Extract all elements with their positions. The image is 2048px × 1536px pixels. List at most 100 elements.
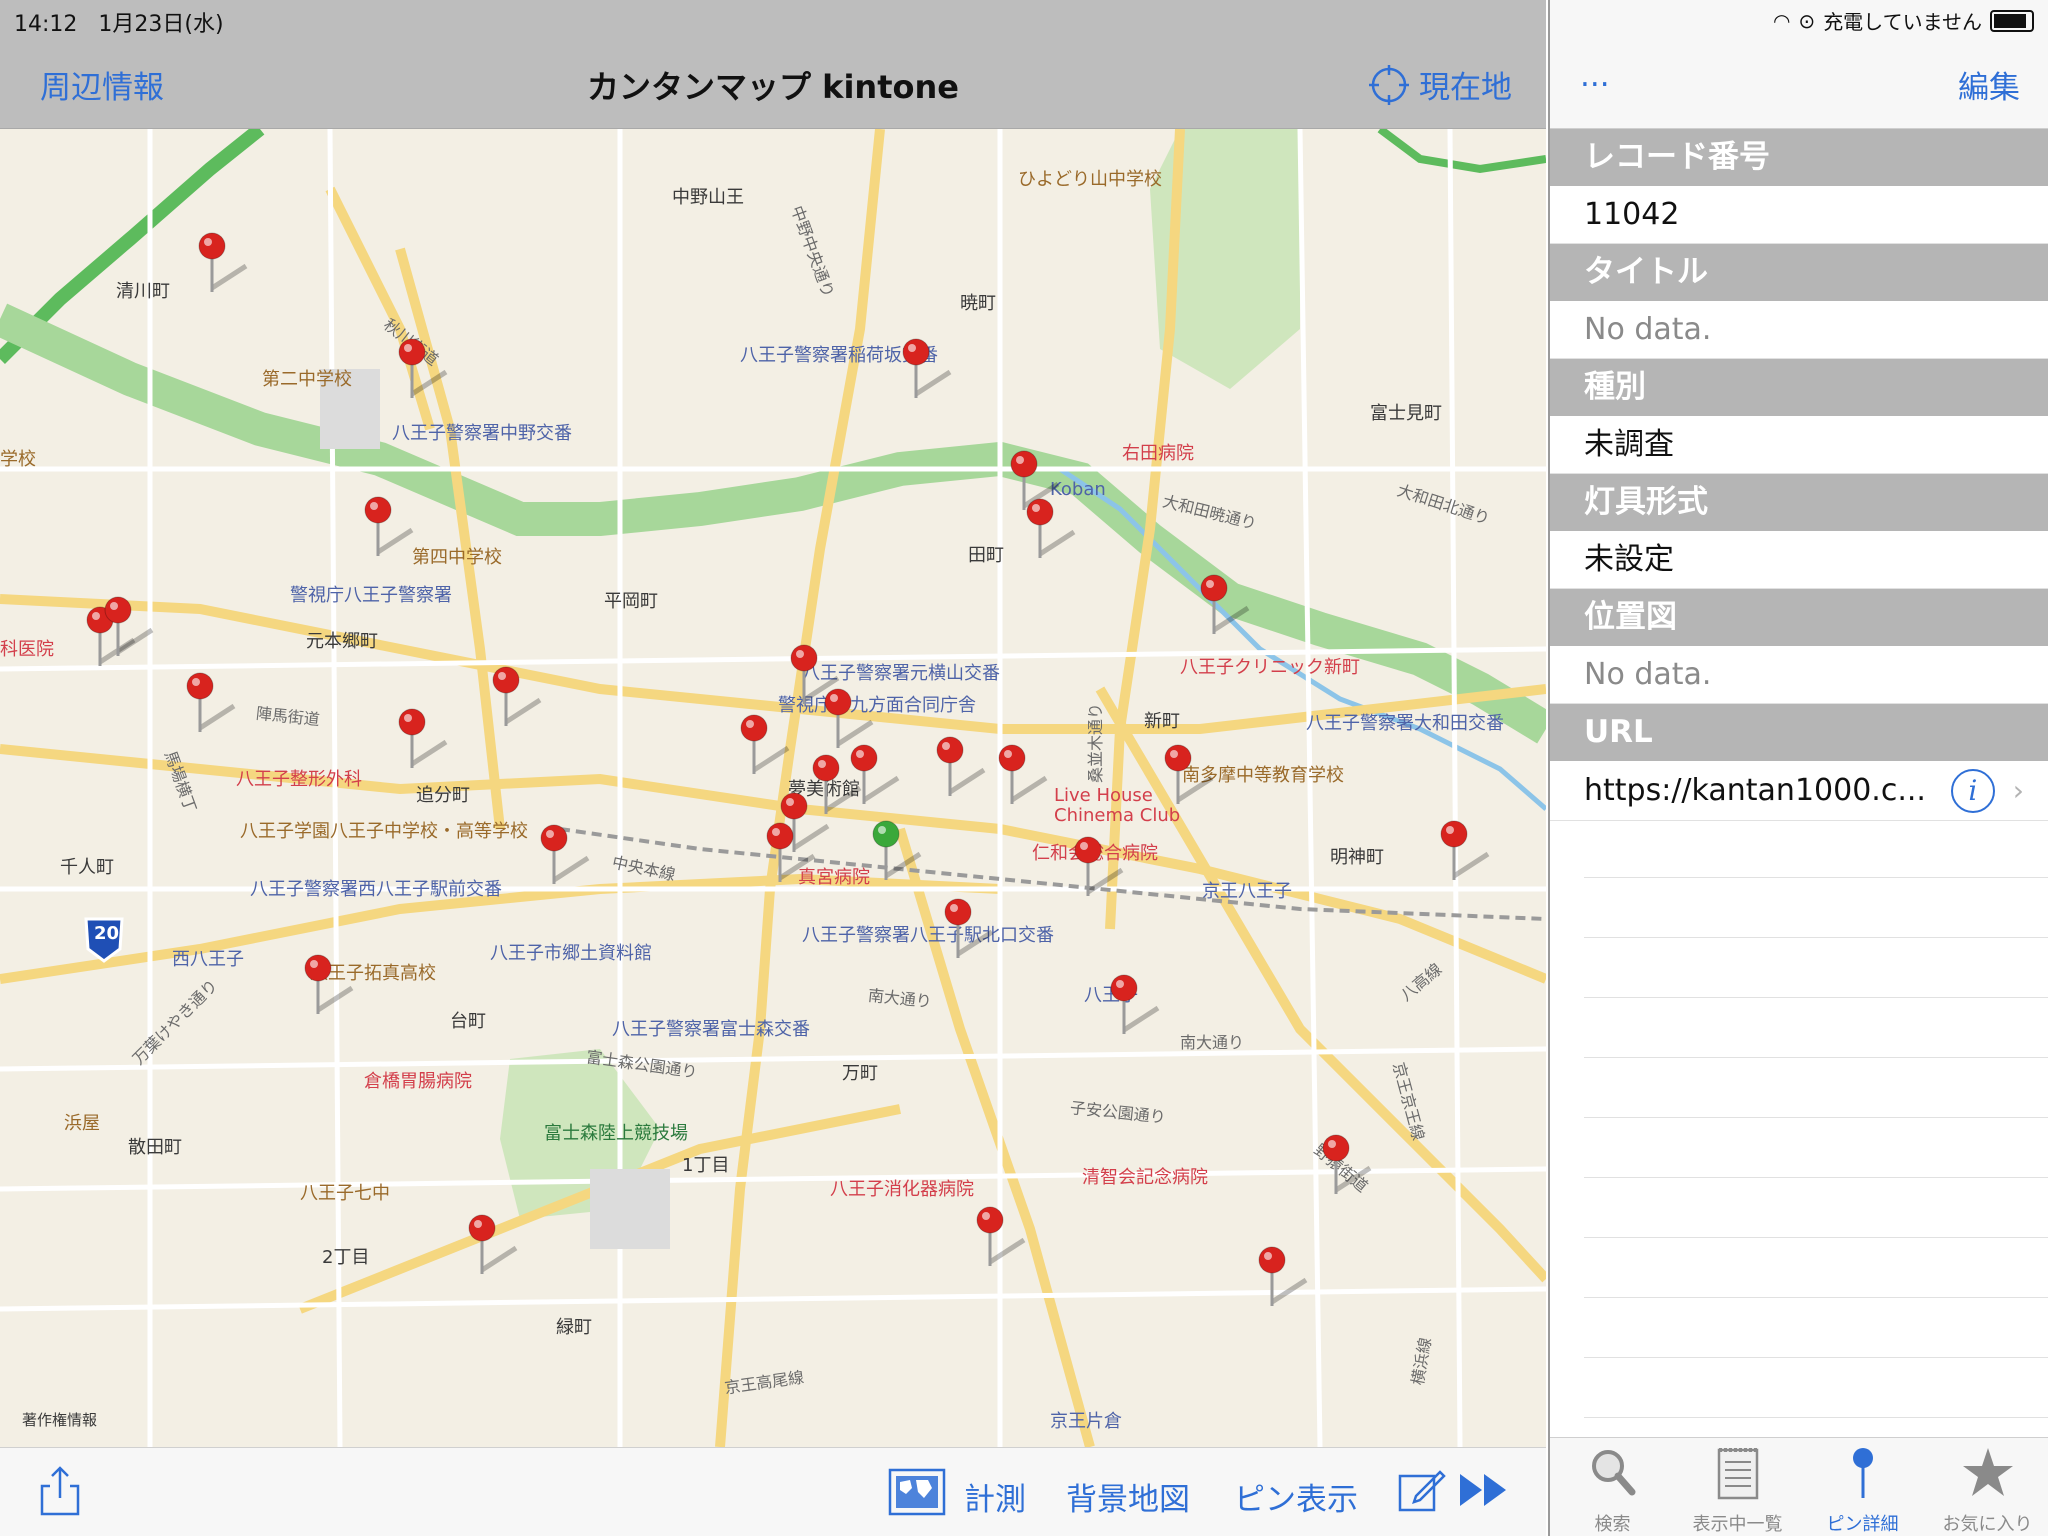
more-button[interactable]: ... <box>1580 58 1610 94</box>
field-header-title: タイトル <box>1550 244 2048 301</box>
map-pin[interactable] <box>1024 498 1084 562</box>
edit-button[interactable]: 編集 <box>1958 62 2020 107</box>
map-pin[interactable] <box>738 714 798 778</box>
map-label: Chinema Club <box>1054 805 1181 826</box>
map-pin[interactable] <box>396 338 456 402</box>
map-label: 八王子警察署中野交番 <box>392 423 572 444</box>
tab-pin-detail-label: ピン詳細 <box>1826 1514 1899 1535</box>
url-row[interactable]: https://kantan1000.c... i › <box>1550 761 2048 821</box>
url-value[interactable]: https://kantan1000.c... <box>1584 762 1951 819</box>
pin-display-button[interactable]: ピン表示 <box>1234 1474 1358 1519</box>
share-icon[interactable] <box>40 1466 80 1516</box>
map-pin[interactable] <box>102 596 162 660</box>
map-label: 富士見町 <box>1370 403 1442 424</box>
chevron-right-icon[interactable]: › <box>2013 762 2024 819</box>
crosshair-icon <box>1369 64 1409 105</box>
map-pin[interactable] <box>466 1214 526 1278</box>
tab-favorites-label: お気に入り <box>1942 1514 2033 1535</box>
pin-detail-panel: ◠ ⊙ 充電していません ... 編集 レコード番号 11042 タイトル No… <box>1548 0 2048 1536</box>
map-label: 著作権情報 <box>22 1411 98 1429</box>
map-label: 緑町 <box>556 1317 592 1338</box>
map-label: 散田町 <box>128 1137 182 1158</box>
map-label: 1丁目 <box>682 1155 730 1176</box>
info-icon[interactable]: i <box>1950 768 1995 813</box>
map-label: 八王子消化器病院 <box>830 1179 974 1200</box>
current-location-button[interactable]: 現在地 <box>1369 62 1512 107</box>
current-location-label: 現在地 <box>1419 70 1512 106</box>
orientation-lock-icon: ⊙ <box>1798 8 1816 33</box>
map-pin[interactable] <box>974 1206 1034 1270</box>
map-pin[interactable] <box>1198 574 1258 638</box>
map-label: 元本郷町 <box>306 631 378 652</box>
map-pin[interactable] <box>362 496 422 560</box>
map-view[interactable]: 20 中野山王 ひよどり山中学校 清川町 暁町 秋川街道 第二中学校 八王子警察… <box>0 129 1546 1447</box>
map-label: 京王八王子 <box>1202 881 1292 902</box>
map-pin[interactable] <box>870 820 930 884</box>
notepad-icon <box>1717 1448 1759 1500</box>
status-date: 1月23日(水) <box>98 12 224 37</box>
map-pin[interactable] <box>196 232 256 296</box>
map-pin[interactable] <box>490 666 550 730</box>
map-pin[interactable] <box>942 898 1002 962</box>
map-pin[interactable] <box>996 744 1056 808</box>
fast-forward-icon[interactable] <box>1458 1472 1510 1508</box>
map-label: 田町 <box>968 545 1004 566</box>
field-header-fixture-type: 灯具形式 <box>1550 474 2048 531</box>
tab-pin-detail[interactable]: ピン詳細 <box>1800 1438 1925 1536</box>
map-label: 八王子市郷土資料館 <box>490 943 652 964</box>
map-label: 倉橋胃腸病院 <box>364 1071 472 1092</box>
tab-list-label: 表示中一覧 <box>1692 1514 1783 1535</box>
map-label: 八王子警察署富士森交番 <box>612 1019 810 1040</box>
map-pin[interactable] <box>1162 744 1222 808</box>
map-pin[interactable] <box>396 708 456 772</box>
map-pin[interactable] <box>822 688 882 752</box>
map-label: 京王片倉 <box>1050 1411 1122 1432</box>
field-value-type: 未調査 <box>1550 416 2048 474</box>
map-pin[interactable] <box>184 672 244 736</box>
map-pin[interactable] <box>1438 820 1498 884</box>
map-label: 浜屋 <box>64 1113 100 1134</box>
map-label: 八王子七中 <box>300 1183 390 1204</box>
map-pin[interactable] <box>538 824 598 888</box>
map-label: 桑並木通り <box>1086 702 1105 783</box>
status-bar-right: ◠ ⊙ 充電していません <box>1773 6 2034 35</box>
record-fields: レコード番号 11042 タイトル No data. 種別 未調査 灯具形式 未… <box>1550 129 2048 821</box>
map-label: 第四中学校 <box>412 547 502 568</box>
world-map-icon[interactable] <box>888 1468 946 1516</box>
map-pin[interactable] <box>900 338 960 402</box>
map-label: 中野山王 <box>672 187 744 208</box>
map-pin[interactable] <box>934 736 994 800</box>
tab-search-label: 検索 <box>1594 1514 1631 1535</box>
tab-bar: 検索 表示中一覧 ピン詳細 お気に入り <box>1550 1437 2048 1536</box>
map-label: 2丁目 <box>322 1247 370 1268</box>
map-pin[interactable] <box>1108 974 1168 1038</box>
map-label: 警視庁八王子警察署 <box>290 585 452 606</box>
map-pin[interactable] <box>1072 836 1132 900</box>
tab-search[interactable]: 検索 <box>1550 1438 1675 1536</box>
map-label: 南大通り <box>1180 1033 1245 1052</box>
star-icon <box>1963 1448 2013 1496</box>
map-label: 万町 <box>842 1063 878 1084</box>
background-map-button[interactable]: 背景地図 <box>1066 1474 1190 1519</box>
tab-favorites[interactable]: お気に入り <box>1925 1438 2048 1536</box>
map-pin[interactable] <box>1320 1134 1380 1198</box>
compose-icon[interactable] <box>1398 1466 1446 1514</box>
field-value-location-map: No data. <box>1550 646 2048 704</box>
route-20-badge: 20 <box>94 923 120 944</box>
map-label: 八王子学園八王子中学校・高等学校 <box>240 821 528 842</box>
field-value-title: No data. <box>1550 301 2048 359</box>
map-pin[interactable] <box>302 954 362 1018</box>
map-label: 千人町 <box>60 857 114 878</box>
tab-list[interactable]: 表示中一覧 <box>1675 1438 1800 1536</box>
map-pin[interactable] <box>1256 1246 1316 1310</box>
empty-list-rows <box>1584 818 2048 1418</box>
map-pane: 20 中野山王 ひよどり山中学校 清川町 暁町 秋川街道 第二中学校 八王子警察… <box>0 0 1546 1536</box>
field-value-fixture-type: 未設定 <box>1550 531 2048 589</box>
map-pin[interactable] <box>764 822 824 886</box>
battery-icon <box>1990 9 2034 32</box>
measure-button[interactable]: 計測 <box>964 1474 1026 1519</box>
map-label: 清智会記念病院 <box>1082 1167 1208 1188</box>
map-pin[interactable] <box>848 744 908 808</box>
map-label: 清川町 <box>116 281 170 302</box>
field-header-type: 種別 <box>1550 359 2048 416</box>
